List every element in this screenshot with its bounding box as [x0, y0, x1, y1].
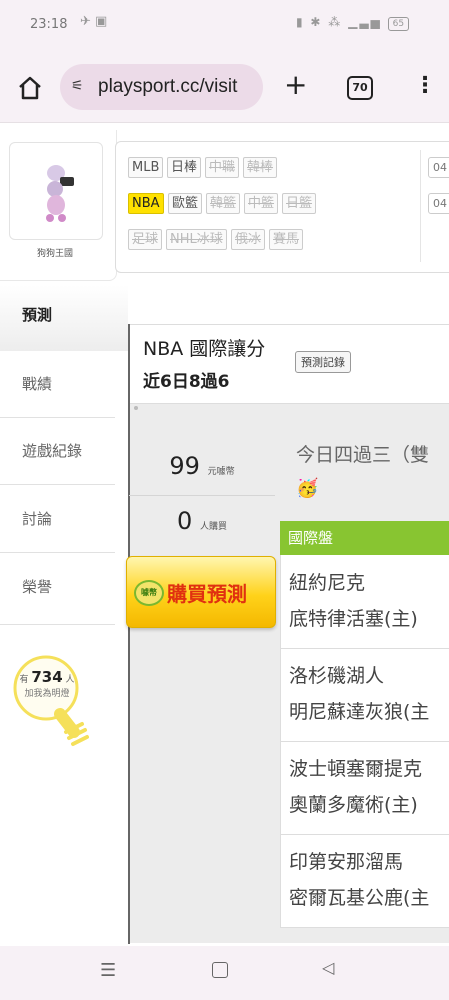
sport-tag[interactable]: 歐籃: [168, 193, 203, 214]
home-nav-icon[interactable]: [212, 962, 228, 978]
notification-icons: ✈ ▣: [80, 14, 108, 29]
home-team: 奧蘭多魔術(主): [289, 794, 418, 816]
party-face-icon: 🥳: [296, 478, 319, 499]
sport-tag[interactable]: 足球: [128, 229, 163, 250]
follow-caption: 加我為明燈: [24, 689, 70, 699]
content-border: [128, 324, 130, 944]
sport-tag[interactable]: 日棒: [167, 157, 202, 178]
away-team: 洛杉磯湖人: [289, 665, 385, 687]
sport-tag[interactable]: 韓籃: [206, 193, 241, 214]
today-summary: 今日四過三（雙: [296, 444, 430, 466]
sport-tag[interactable]: 賽馬: [269, 229, 304, 250]
side-tab-honors[interactable]: 榮譽: [0, 554, 115, 625]
game-row[interactable]: 紐約尼克 底特律活塞(主): [280, 556, 449, 649]
side-tab-discussion[interactable]: 討論: [0, 486, 115, 553]
prediction-title: NBA 國際讓分: [143, 338, 266, 360]
sport-tag[interactable]: 俄冰: [231, 229, 266, 250]
away-team: 紐約尼克: [289, 572, 366, 594]
home-team: 明尼蘇達灰狼(主: [289, 701, 430, 723]
recents-icon[interactable]: ☰: [100, 960, 116, 981]
prediction-record-button[interactable]: 預測記錄: [295, 351, 351, 373]
sport-tag[interactable]: 中籃: [244, 193, 279, 214]
buy-prediction-label[interactable]: 購買預測: [167, 578, 247, 607]
sport-tag[interactable]: NBA: [128, 193, 164, 214]
coin-icon: 噱幣: [134, 580, 164, 606]
more-menu-icon[interactable]: ⋮: [414, 72, 436, 100]
side-tab-game-history[interactable]: 遊戲紀錄: [0, 418, 115, 485]
follower-count: 有 734 人: [19, 668, 75, 686]
buyers-count: 0 人購買: [177, 507, 227, 535]
side-tab-record[interactable]: 戰績: [0, 351, 115, 418]
dot-marker: [134, 406, 138, 410]
status-time: 23:18: [30, 17, 68, 32]
sport-tag[interactable]: NHL冰球: [166, 229, 227, 250]
away-team: 波士頓塞爾提克: [289, 758, 423, 780]
avatar-figure-icon: [46, 165, 74, 222]
user-avatar[interactable]: [9, 142, 103, 240]
sport-tag[interactable]: 韓棒: [243, 157, 278, 178]
game-row[interactable]: 波士頓塞爾提克 奧蘭多魔術(主): [280, 742, 449, 835]
back-icon[interactable]: ◁: [322, 958, 334, 977]
lightbulb-icon[interactable]: [8, 652, 94, 752]
price-value: 99 元噱幣: [169, 452, 235, 480]
date-tag[interactable]: 04: [428, 193, 449, 214]
site-settings-icon[interactable]: ⚟: [71, 78, 84, 94]
sport-tag[interactable]: 中職: [205, 157, 240, 178]
system-icons: ▮ ✱ ⁂ ▁▃▅ 65: [296, 15, 410, 31]
game-row[interactable]: 印第安那溜馬 密爾瓦基公鹿(主: [280, 835, 449, 926]
prediction-streak: 近6日8過6: [143, 372, 230, 392]
url-text[interactable]: playsport.cc/visit: [98, 76, 237, 98]
side-tab-predict[interactable]: 預測: [0, 285, 128, 351]
site-name: 狗狗王國: [36, 249, 73, 259]
home-team: 密爾瓦基公鹿(主: [289, 887, 430, 909]
home-icon[interactable]: [16, 74, 44, 102]
panel-divider: [420, 150, 421, 262]
home-team: 底特律活塞(主): [289, 608, 418, 630]
game-row[interactable]: 洛杉磯湖人 明尼蘇達灰狼(主: [280, 649, 449, 742]
sport-tag[interactable]: 日籃: [282, 193, 317, 214]
date-tag[interactable]: 04: [428, 157, 449, 178]
international-line-header: 國際盤: [280, 521, 449, 555]
battery-icon: 65: [387, 17, 410, 31]
tab-switcher-button[interactable]: 70: [347, 76, 373, 100]
away-team: 印第安那溜馬: [289, 851, 404, 873]
new-tab-icon[interactable]: +: [284, 70, 307, 100]
stat-divider: [129, 495, 275, 496]
sport-tag[interactable]: MLB: [128, 157, 164, 178]
